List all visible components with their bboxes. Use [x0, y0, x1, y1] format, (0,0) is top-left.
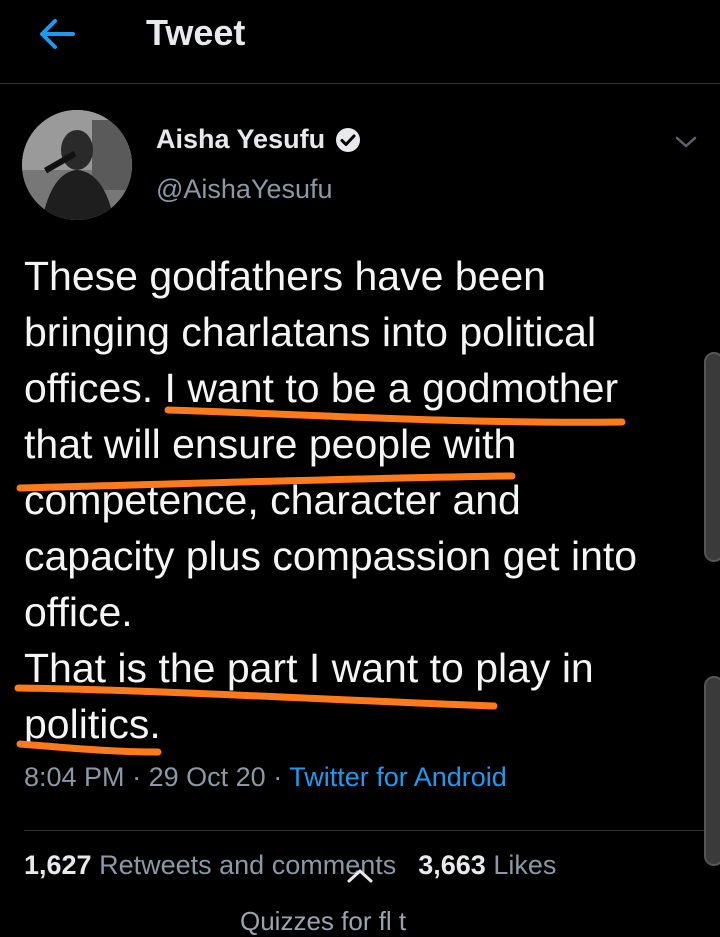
edge-panel-handle-bottom[interactable]	[704, 676, 720, 866]
avatar-image	[22, 110, 132, 220]
tweet-source-link[interactable]: Twitter for Android	[289, 762, 507, 792]
chevron-up-icon	[347, 868, 373, 883]
retweets-count: 1,627	[24, 850, 92, 880]
tweet-date: 29 Oct 20	[148, 762, 266, 792]
page-title: Tweet	[146, 12, 246, 53]
more-options-button[interactable]	[670, 126, 702, 158]
avatar[interactable]	[22, 110, 132, 220]
verified-badge-icon	[336, 127, 361, 152]
divider	[24, 830, 720, 831]
tweet-text-continued: That is the part I want to play in polit…	[24, 645, 594, 747]
meta-separator: ·	[132, 762, 142, 792]
edge-panel-handle-top[interactable]	[704, 352, 720, 562]
tweet-meta: 8:04 PM · 29 Oct 20 · Twitter for Androi…	[24, 762, 507, 793]
author-row: Aisha Yesufu	[156, 124, 361, 155]
likes-count: 3,663	[418, 850, 486, 880]
back-button[interactable]	[34, 14, 80, 54]
tweet-text: These godfathers have been bringing char…	[24, 253, 638, 635]
cut-off-text: Quizzes for fl t	[240, 906, 407, 936]
tweet-stats: 1,627 Retweets and comments 3,663 Likes	[24, 850, 556, 881]
tweet-time: 8:04 PM	[24, 762, 125, 792]
chevron-down-icon	[675, 136, 697, 148]
tweet-body: These godfathers have been bringing char…	[24, 248, 714, 752]
likes-stat[interactable]: 3,663 Likes	[418, 850, 556, 880]
top-bar: Tweet	[0, 0, 720, 84]
meta-separator: ·	[273, 762, 283, 792]
likes-label: Likes	[493, 850, 557, 880]
author-handle[interactable]: @AishaYesufu	[156, 174, 333, 205]
retweets-stat[interactable]: 1,627 Retweets and comments	[24, 850, 396, 880]
arrow-left-icon	[40, 19, 75, 49]
scroll-up-button[interactable]	[342, 864, 378, 886]
author-name[interactable]: Aisha Yesufu	[156, 124, 325, 155]
